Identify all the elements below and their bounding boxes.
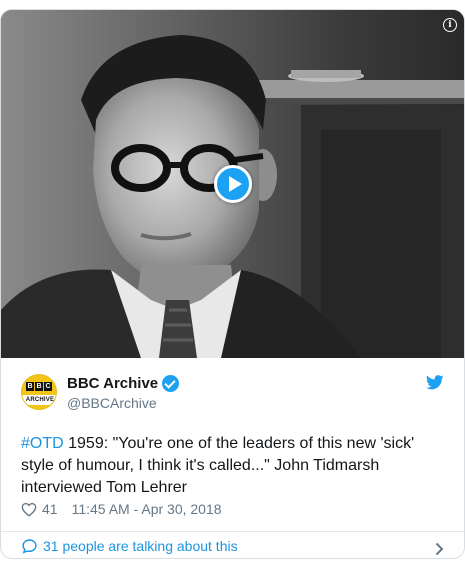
author-handle[interactable]: @BBCArchive bbox=[67, 395, 157, 411]
author-display-name[interactable]: BBC Archive bbox=[67, 375, 158, 392]
bbc-logo-letter: B bbox=[35, 382, 43, 391]
tweet-card: i B B C ARCHIVE BBC Archive @BBCArchive … bbox=[0, 9, 465, 559]
author-name-line[interactable]: BBC Archive bbox=[67, 375, 180, 392]
bbc-logo-letter: C bbox=[44, 382, 52, 391]
bbc-logo: B B C bbox=[26, 382, 52, 391]
info-icon[interactable]: i bbox=[443, 18, 457, 32]
chevron-right-icon[interactable] bbox=[435, 542, 444, 556]
info-glyph: i bbox=[448, 19, 452, 30]
avatar[interactable]: B B C ARCHIVE bbox=[21, 374, 57, 410]
twitter-bird-icon[interactable] bbox=[426, 375, 444, 390]
tweet-meta: 41 11:45 AM - Apr 30, 2018 bbox=[21, 501, 222, 517]
verified-icon bbox=[162, 375, 180, 392]
talking-about-link[interactable]: 31 people are talking about this bbox=[43, 538, 238, 554]
bbc-logo-letter: B bbox=[26, 382, 34, 391]
like-count[interactable]: 41 bbox=[42, 501, 58, 517]
hashtag-link[interactable]: #OTD bbox=[21, 435, 64, 452]
tweet-timestamp[interactable]: 11:45 AM - Apr 30, 2018 bbox=[72, 501, 222, 517]
tweet-header: B B C ARCHIVE BBC Archive @BBCArchive bbox=[21, 372, 446, 414]
play-button[interactable] bbox=[214, 165, 252, 203]
tweet-text: #OTD 1959: "You're one of the leaders of… bbox=[21, 433, 446, 499]
heart-icon[interactable] bbox=[21, 502, 37, 517]
tweet-body: 1959: "You're one of the leaders of this… bbox=[21, 435, 415, 496]
reply-bubble-icon bbox=[22, 539, 37, 554]
conversation-link[interactable]: 31 people are talking about this bbox=[21, 532, 446, 558]
video-thumbnail[interactable]: i bbox=[1, 10, 464, 358]
avatar-caption: ARCHIVE bbox=[22, 395, 56, 405]
play-icon bbox=[229, 176, 242, 192]
